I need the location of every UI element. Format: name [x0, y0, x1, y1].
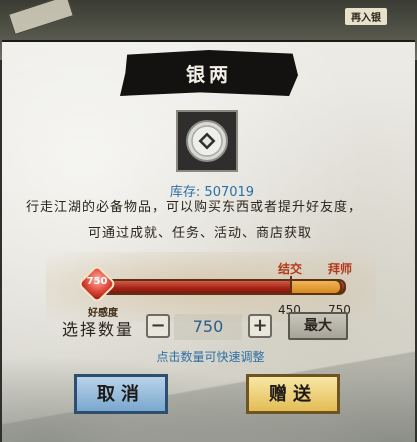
quantity-value[interactable]: 750 — [174, 314, 242, 340]
dialog-title: 银两 — [185, 63, 232, 86]
item-description-line1: 行走江湖的必备物品，可以购买东西或者提升好友度， — [26, 200, 363, 215]
increase-button[interactable]: + — [248, 314, 272, 338]
decrease-button[interactable]: − — [146, 314, 170, 338]
plus-icon: + — [252, 315, 268, 336]
cancel-button[interactable]: 取消 — [74, 374, 168, 414]
minus-icon: − — [150, 315, 166, 336]
silver-coin-icon — [186, 120, 228, 162]
background-tag: 再入银 — [345, 8, 387, 25]
background-banner-decoration — [8, 0, 74, 36]
mark-label-jiejiao: 结交 — [278, 262, 303, 276]
silver-dialog: 银两 库存: 507019 行走江湖的必备物品，可以购买东西或者提升好友度， 可… — [2, 40, 415, 442]
slider-tick-jiejiao — [290, 276, 292, 294]
slider-handle-value: 750 — [86, 276, 108, 287]
item-frame — [176, 110, 238, 172]
mark-label-baishi: 拜师 — [328, 262, 353, 276]
quantity-label: 选择数量 — [62, 320, 135, 339]
dialog-title-banner: 银两 — [120, 50, 298, 96]
gift-button[interactable]: 赠送 — [246, 374, 340, 414]
item-description-line2: 可通过成就、任务、活动、商店获取 — [88, 226, 313, 241]
slider-track-gold-segment — [290, 279, 342, 295]
quantity-hint: 点击数量可快速调整 — [156, 350, 265, 364]
max-button[interactable]: 最大 — [288, 312, 348, 340]
